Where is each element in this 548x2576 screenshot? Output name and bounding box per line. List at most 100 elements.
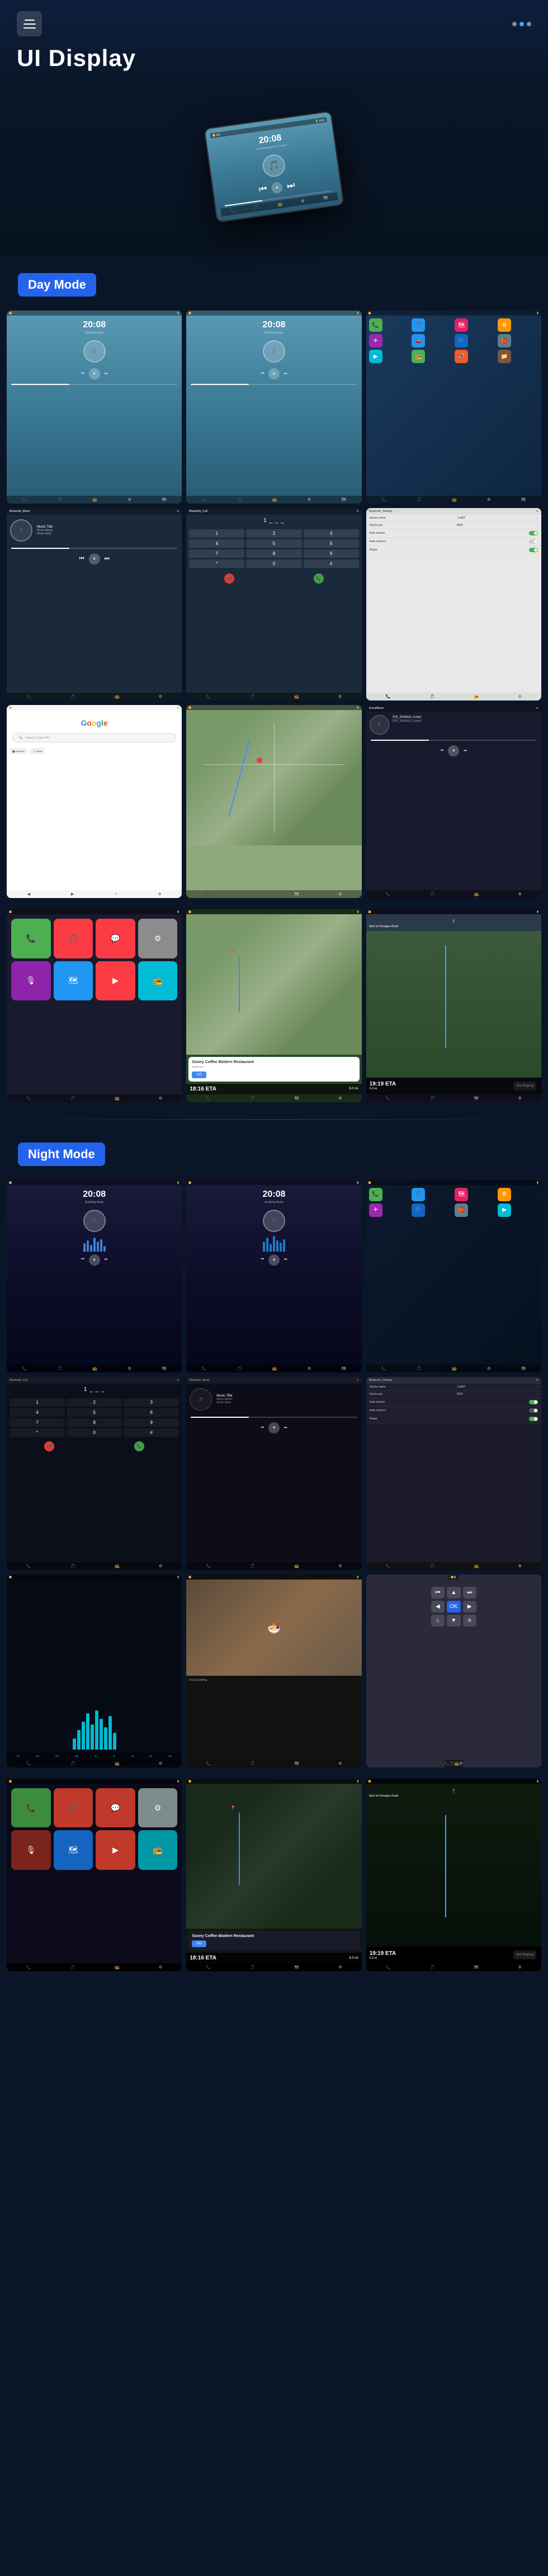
- day-m1-nav-dial[interactable]: 📞: [22, 497, 27, 502]
- app-youtube[interactable]: ▶: [369, 350, 382, 363]
- app-radio[interactable]: 📻: [412, 350, 425, 363]
- day-m2-nav-5[interactable]: 🗺: [342, 497, 347, 502]
- day-bts-connect-toggle[interactable]: [529, 539, 538, 544]
- day-bts-answer-toggle[interactable]: [529, 531, 538, 535]
- cp-youtube[interactable]: ▶: [96, 961, 135, 1001]
- arr-prev-track[interactable]: ⏮: [431, 1587, 445, 1599]
- app-bt[interactable]: 🔵: [455, 334, 468, 347]
- day-m1-prev[interactable]: ⏮: [81, 372, 84, 376]
- day-lm-nav-4[interactable]: ⚙: [518, 892, 522, 896]
- night-app-nav-1[interactable]: 📞: [381, 1366, 386, 1371]
- day-bt-controls[interactable]: ⏮ ⏸ ⏭: [7, 551, 182, 567]
- arr-down[interactable]: ▼: [447, 1615, 460, 1627]
- day-nav-nav-2[interactable]: 🎵: [250, 1096, 255, 1101]
- hero-prev-icon[interactable]: ⏮: [258, 184, 268, 195]
- night-eq-nav-4[interactable]: ⚙: [159, 1761, 162, 1766]
- night-food-nav-4[interactable]: ⚙: [338, 1761, 342, 1766]
- key-3[interactable]: 3: [304, 529, 359, 538]
- arr-ok[interactable]: OK: [447, 1601, 460, 1613]
- night-m2-play[interactable]: ⏸: [268, 1254, 280, 1266]
- app-maps[interactable]: 🗺: [455, 318, 468, 332]
- night-nw-nav-1[interactable]: 📞: [206, 1965, 211, 1969]
- night-btm-next[interactable]: ⏭: [284, 1426, 287, 1430]
- night-bts-nav-3[interactable]: 📻: [474, 1564, 479, 1568]
- nkey-5[interactable]: 5: [67, 1408, 122, 1417]
- night-bts-answer-toggle[interactable]: [529, 1400, 538, 1404]
- key-0[interactable]: 0: [246, 560, 301, 568]
- nkey-2[interactable]: 2: [67, 1398, 122, 1407]
- night-cp-phone[interactable]: 📞: [11, 1788, 51, 1828]
- night-app-tg[interactable]: ✈: [369, 1204, 382, 1217]
- day-goog-nav-4[interactable]: ⚙: [158, 892, 162, 896]
- day-btm-n3[interactable]: 📻: [115, 694, 120, 699]
- day-btc-nav-4[interactable]: ⚙: [338, 694, 342, 699]
- day-nm2-nav-2[interactable]: 🎵: [430, 1096, 435, 1101]
- day-lm-play[interactable]: ⏸: [448, 745, 459, 756]
- cp-settings[interactable]: ⚙: [138, 919, 178, 958]
- hero-nav-3[interactable]: 📻: [277, 202, 283, 207]
- night-cp-maps[interactable]: 🗺: [54, 1830, 93, 1870]
- day-m1-nav-auto[interactable]: ⚙: [128, 497, 131, 502]
- night-eq-nav-1[interactable]: 📞: [26, 1761, 31, 1766]
- night-nm2-nav-2[interactable]: 🎵: [430, 1965, 435, 1969]
- night-app-music[interactable]: 🎵: [412, 1188, 425, 1201]
- night-btc-nav-1[interactable]: 📞: [26, 1564, 31, 1568]
- key-5[interactable]: 5: [246, 539, 301, 548]
- night-cp-pod[interactable]: 🎙: [11, 1830, 51, 1870]
- night-m2-nav-3[interactable]: 📻: [272, 1366, 277, 1371]
- cp-phone[interactable]: 📞: [11, 919, 51, 958]
- night-m1-controls[interactable]: ⏮ ⏸ ⏭: [7, 1252, 182, 1268]
- night-m1-nav-1[interactable]: 📞: [22, 1366, 27, 1371]
- day-cp-nav-3[interactable]: 📻: [115, 1096, 120, 1101]
- nkey-0[interactable]: 0: [67, 1428, 122, 1437]
- day-lm-close[interactable]: ✕: [536, 707, 538, 710]
- day-bts-nav-2[interactable]: 🎵: [430, 694, 435, 699]
- night-nm2-nav-1[interactable]: 📞: [386, 1965, 391, 1969]
- day-app-nav-1[interactable]: 📞: [381, 497, 386, 502]
- night-arr-nav-4[interactable]: ⚙: [459, 1761, 462, 1766]
- day-m2-play[interactable]: ⏸: [268, 368, 280, 379]
- day-m2-prev[interactable]: ⏮: [261, 372, 264, 376]
- key-hash[interactable]: #: [304, 560, 359, 568]
- night-cp-set[interactable]: ⚙: [138, 1788, 178, 1828]
- hero-nav-2[interactable]: 🎵: [254, 205, 259, 210]
- night-btm-close[interactable]: ✕: [356, 1379, 358, 1382]
- night-btm-controls[interactable]: ⏮ ⏸ ⏭: [186, 1419, 361, 1436]
- night-app-bt[interactable]: 🔵: [412, 1204, 425, 1217]
- night-m2-nav-5[interactable]: 🗺: [342, 1366, 347, 1371]
- night-m2-nav-4[interactable]: ⚙: [308, 1366, 311, 1371]
- nkey-star[interactable]: *: [10, 1428, 65, 1437]
- night-m2-nav-2[interactable]: 🎵: [237, 1366, 242, 1371]
- nkey-6[interactable]: 6: [124, 1408, 179, 1417]
- night-arr-nav-3[interactable]: 📻: [455, 1761, 460, 1766]
- day-google-search[interactable]: 🔍 Search or type URL: [12, 733, 176, 742]
- day-music-2-controls[interactable]: ⏮ ⏸ ⏭: [186, 365, 361, 382]
- day-cp-nav-4[interactable]: ⚙: [159, 1096, 162, 1101]
- night-nm2-nav-3[interactable]: 🗺: [474, 1965, 479, 1969]
- cp-extra[interactable]: 📻: [138, 961, 178, 1001]
- day-cp-nav-2[interactable]: 🎵: [70, 1096, 75, 1101]
- day-m2-nav-3[interactable]: 📻: [272, 497, 277, 502]
- nkey-9[interactable]: 9: [124, 1418, 179, 1427]
- night-nw-nav-2[interactable]: 🎵: [250, 1965, 255, 1969]
- day-bts-pin-arrow[interactable]: ›: [537, 524, 538, 527]
- day-bts-close[interactable]: ✕: [536, 510, 538, 513]
- night-app-settings[interactable]: ⚙: [498, 1188, 511, 1201]
- app-phone[interactable]: 📞: [369, 318, 382, 332]
- night-bts-pin-arr[interactable]: ›: [537, 1393, 538, 1396]
- day-m2-nav-1[interactable]: 📞: [202, 497, 207, 502]
- night-bts-nav-1[interactable]: 📞: [386, 1564, 391, 1568]
- night-m1-nav-2[interactable]: 🎵: [57, 1366, 62, 1371]
- nkey-hash[interactable]: #: [124, 1428, 179, 1437]
- night-bts-name-arr[interactable]: ›: [537, 1385, 538, 1389]
- day-music-1-controls[interactable]: ⏮ ⏸ ⏭: [7, 365, 182, 382]
- night-m2-nav-1[interactable]: 📞: [202, 1366, 207, 1371]
- key-2[interactable]: 2: [246, 529, 301, 538]
- day-bts-nav-1[interactable]: 📞: [386, 694, 391, 699]
- night-app-nav-2[interactable]: 🎵: [417, 1366, 422, 1371]
- day-lm-nav-2[interactable]: 🎵: [430, 892, 435, 896]
- nkey-3[interactable]: 3: [124, 1398, 179, 1407]
- night-nm2-nav-4[interactable]: ⚙: [518, 1965, 522, 1969]
- app-carplay[interactable]: 🍎: [498, 334, 511, 347]
- day-btm-n4[interactable]: ⚙: [159, 694, 162, 699]
